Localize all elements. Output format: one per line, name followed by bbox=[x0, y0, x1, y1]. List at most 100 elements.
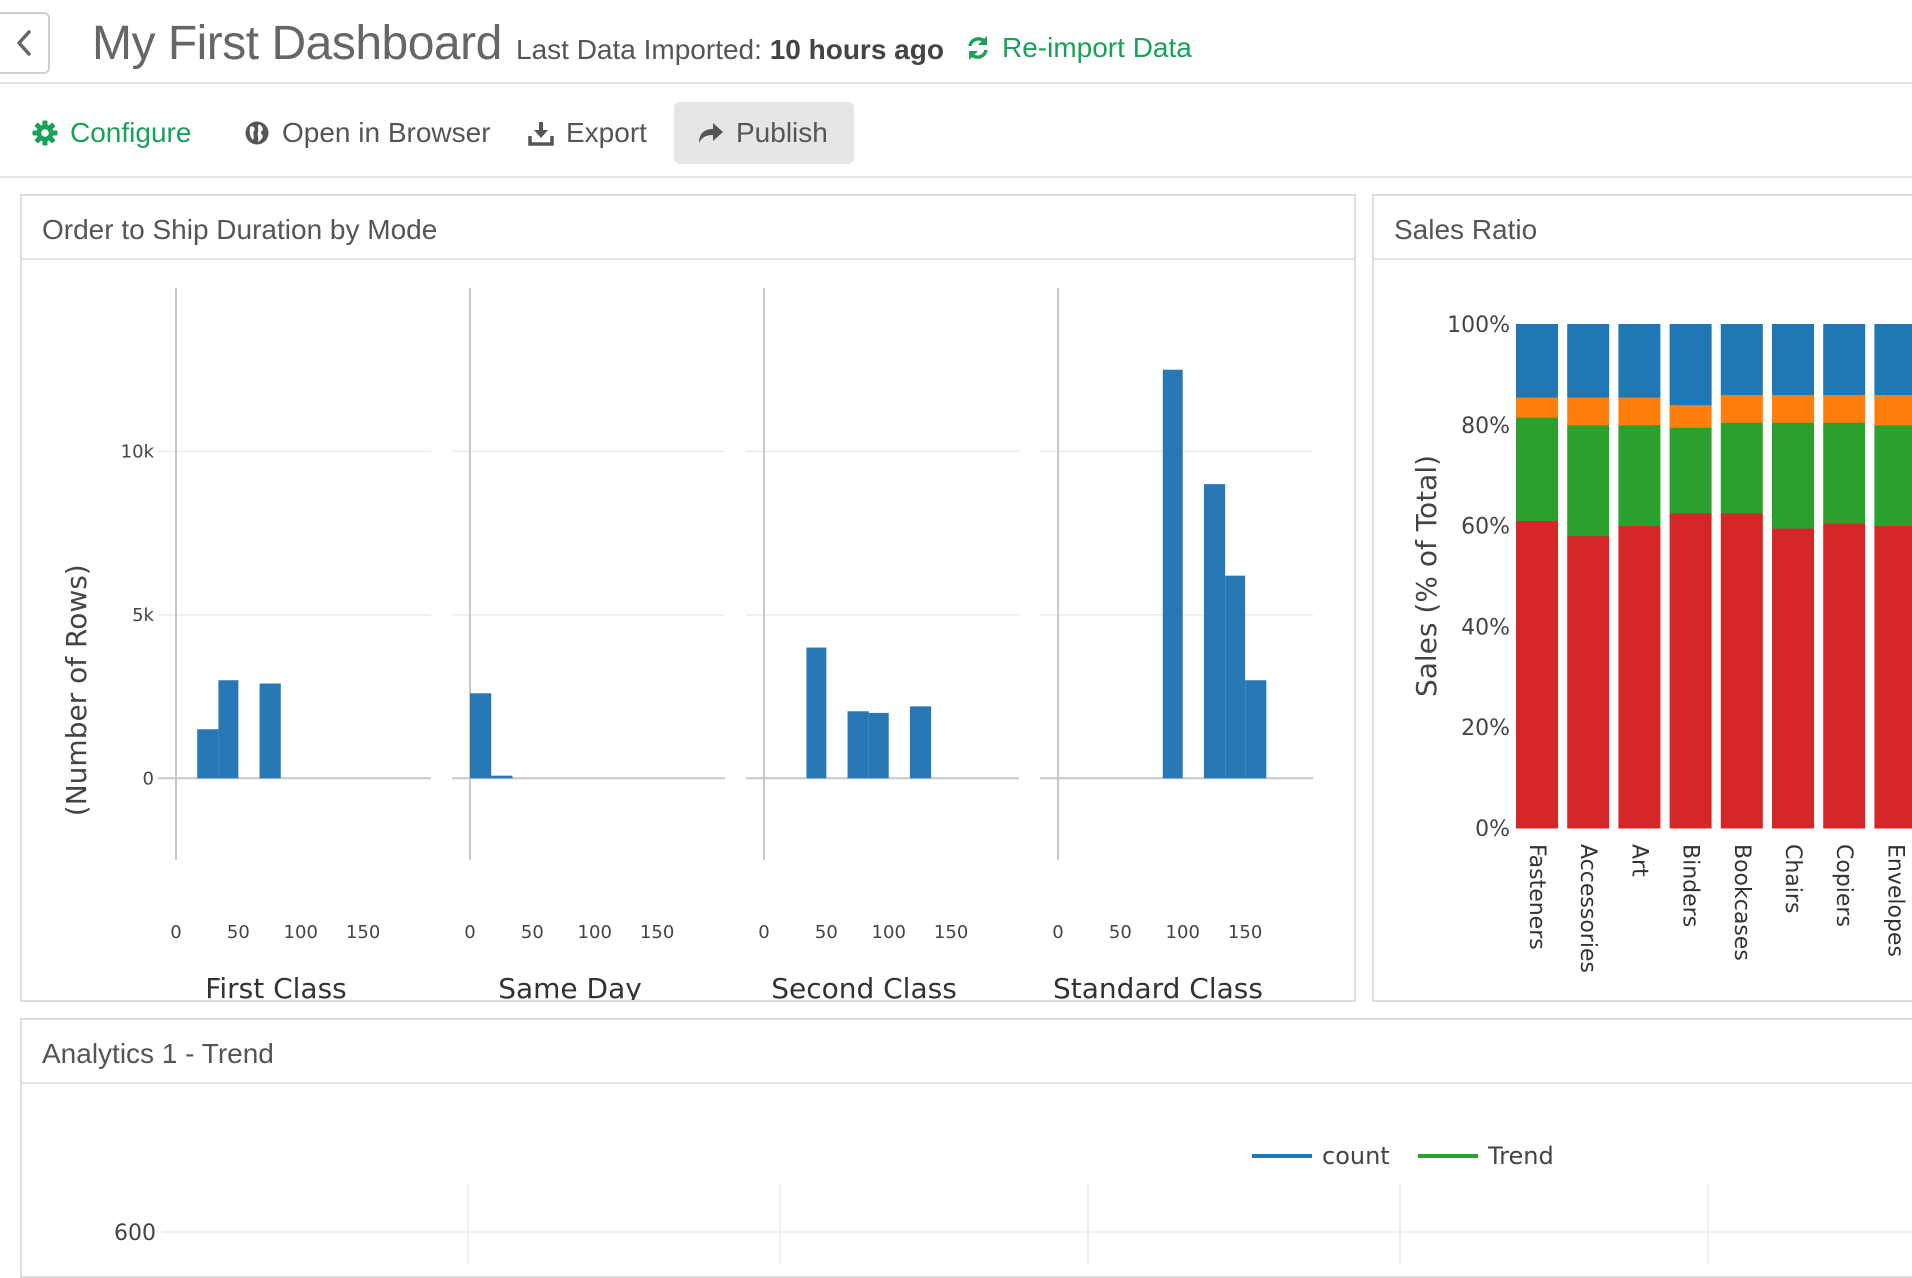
x-tick-label: 50 bbox=[227, 922, 250, 943]
facet-first-class: 0 50 100 150 First Class bbox=[158, 288, 431, 1005]
x-tick-label: 50 bbox=[815, 922, 838, 943]
stacked-bar-chairs bbox=[1772, 324, 1814, 829]
facet-same-day: 0 50 100 150 Same Day bbox=[452, 288, 725, 1005]
chevron-left-icon bbox=[17, 30, 31, 56]
bar-segment bbox=[1772, 324, 1814, 396]
x-tick-label: 0 bbox=[170, 922, 181, 943]
bar-segment bbox=[1618, 424, 1661, 527]
open-in-browser-label: Open in Browser bbox=[282, 117, 491, 148]
last-import-info: Last Data Imported: 10 hours ago bbox=[516, 34, 944, 66]
legend-label: count bbox=[1322, 1142, 1390, 1170]
order-to-ship-chart: (Number of Rows) 0 50 100 150 First Class 0 5k 1… bbox=[60, 288, 1313, 1005]
bar-segment bbox=[1720, 324, 1763, 396]
bar-segment bbox=[1669, 427, 1712, 514]
top-header: My First Dashboard Last Data Imported: 1… bbox=[0, 0, 1912, 84]
histogram-bar bbox=[806, 647, 827, 779]
x-tick-label: 100 bbox=[284, 922, 318, 943]
y-tick-label: 80% bbox=[1461, 414, 1510, 439]
histogram-bar bbox=[259, 683, 281, 779]
bar-segment bbox=[1772, 528, 1814, 829]
histogram-bar bbox=[868, 712, 889, 779]
export-label: Export bbox=[566, 117, 647, 148]
bar-segment bbox=[1772, 394, 1814, 423]
last-import-label: Last Data Imported: bbox=[516, 34, 762, 65]
download-icon bbox=[528, 122, 554, 146]
legend-label: Trend bbox=[1487, 1142, 1554, 1170]
stacked-bar-art bbox=[1618, 324, 1661, 829]
y-tick-label: 600 bbox=[114, 1221, 156, 1246]
order-to-ship-panel-title: Order to Ship Duration by Mode bbox=[22, 196, 1354, 260]
bar-segment bbox=[1874, 424, 1912, 527]
stacked-bar-bookcases bbox=[1720, 324, 1763, 829]
x-tick-label: 100 bbox=[1166, 922, 1200, 943]
bar-segment bbox=[1669, 324, 1712, 406]
publish-label: Publish bbox=[736, 117, 828, 148]
histogram-bar bbox=[1225, 575, 1246, 779]
globe-icon bbox=[245, 121, 269, 145]
y-tick-label: 20% bbox=[1461, 716, 1510, 741]
facet-standard-class: 0 50 100 150 Standard Class bbox=[1040, 288, 1313, 1005]
stacked-bar-envelopes bbox=[1874, 324, 1912, 829]
y-tick-label: 40% bbox=[1461, 615, 1510, 640]
x-tick-label: 150 bbox=[346, 922, 380, 943]
order-to-ship-panel: Order to Ship Duration by Mode (Number o… bbox=[20, 194, 1356, 1005]
bar-segment bbox=[1720, 394, 1763, 423]
facet-label: Same Day bbox=[498, 972, 642, 1000]
x-tick-label: 100 bbox=[578, 922, 612, 943]
bar-segment bbox=[1874, 525, 1912, 829]
bar-segment bbox=[1823, 394, 1866, 423]
analytics-trend-chart: count Trend 600 bbox=[114, 1142, 1912, 1264]
bar-segment bbox=[1772, 422, 1814, 529]
bar-segment bbox=[1567, 424, 1610, 537]
x-tick-label: 0 bbox=[464, 922, 475, 943]
sales-ratio-panel-title: Sales Ratio bbox=[1374, 196, 1912, 260]
toolbar: Configure Open in Browser Export Publish bbox=[0, 84, 1912, 178]
x-tick-label: Envelopes bbox=[1882, 844, 1907, 957]
histogram-bar bbox=[197, 729, 219, 779]
y-axis-label: (Number of Rows) bbox=[60, 564, 93, 816]
bar-segment bbox=[1618, 397, 1661, 426]
histogram-bar bbox=[909, 706, 932, 779]
y-tick-label: 0% bbox=[1475, 817, 1510, 842]
bar-segment bbox=[1618, 525, 1661, 829]
legend-item-count: count bbox=[1252, 1142, 1390, 1170]
bar-segment bbox=[1567, 324, 1610, 398]
analytics-trend-panel-title: Analytics 1 - Trend bbox=[22, 1020, 1912, 1084]
bar-segment bbox=[1874, 324, 1912, 396]
gear-icon bbox=[32, 120, 58, 146]
last-import-time: 10 hours ago bbox=[769, 34, 944, 65]
share-arrow-icon bbox=[699, 123, 723, 143]
y-axis-label: Sales (% of Total) bbox=[1410, 455, 1443, 697]
bar-segment bbox=[1874, 394, 1912, 426]
configure-label: Configure bbox=[70, 117, 192, 148]
bar-segment bbox=[1669, 513, 1712, 829]
configure-button[interactable]: Configure bbox=[20, 102, 203, 164]
histogram-bar bbox=[1162, 369, 1183, 779]
x-tick-label: Accessories bbox=[1575, 844, 1600, 973]
x-tick-label: Fasteners bbox=[1524, 844, 1549, 950]
bar-segment bbox=[1720, 422, 1763, 514]
x-tick-label: Binders bbox=[1678, 844, 1703, 927]
analytics-trend-panel: Analytics 1 - Trend count Trend 600 bbox=[20, 1018, 1912, 1278]
y-tick-label: 60% bbox=[1461, 515, 1510, 540]
x-tick-label: Art bbox=[1626, 844, 1651, 877]
stacked-bar-binders bbox=[1669, 324, 1712, 829]
x-tick-label: 150 bbox=[640, 922, 674, 943]
histogram-bar bbox=[847, 711, 869, 779]
x-tick-label: Chairs bbox=[1780, 844, 1805, 913]
facet-label: Standard Class bbox=[1053, 972, 1263, 1000]
export-button[interactable]: Export bbox=[516, 102, 659, 164]
stacked-bar-accessories bbox=[1567, 324, 1610, 829]
legend-item-trend: Trend bbox=[1418, 1142, 1554, 1170]
bar-segment bbox=[1823, 422, 1866, 524]
bar-segment bbox=[1720, 513, 1763, 829]
bar-segment bbox=[1618, 324, 1661, 398]
sales-ratio-panel: Sales Ratio 0% 20% 40% 60% 80% 100% Sales (% o… bbox=[1372, 194, 1912, 1047]
back-button[interactable] bbox=[0, 12, 50, 74]
x-tick-label: Copiers bbox=[1831, 844, 1856, 927]
publish-button[interactable]: Publish bbox=[674, 102, 854, 164]
histogram-bar bbox=[1245, 680, 1267, 779]
bar-segment bbox=[1516, 520, 1558, 829]
open-in-browser-button[interactable]: Open in Browser bbox=[232, 102, 503, 164]
reimport-data-link[interactable]: Re-import Data bbox=[966, 32, 1192, 64]
